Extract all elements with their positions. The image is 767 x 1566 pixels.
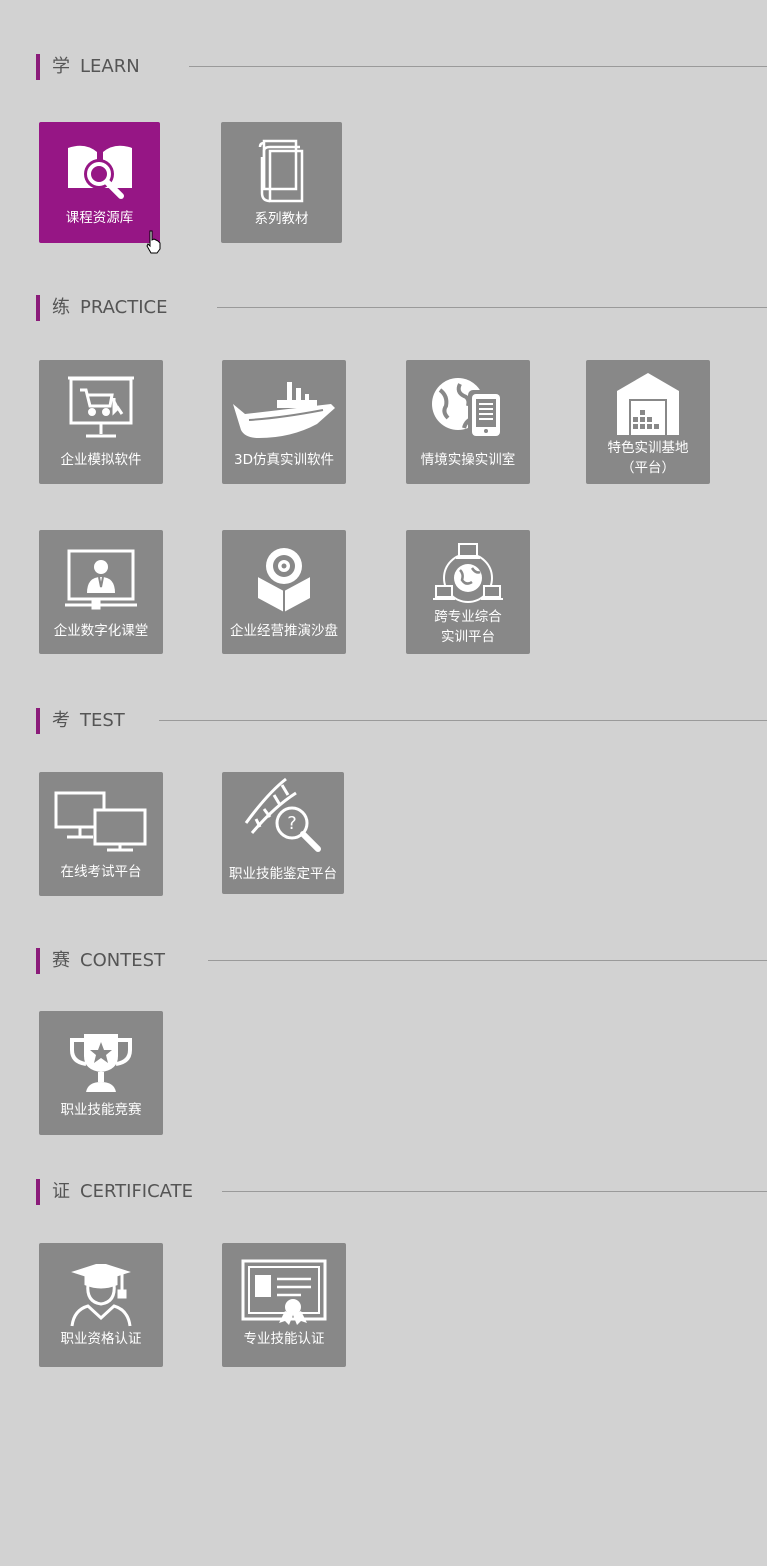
tile-cross-discipline[interactable]: 跨专业综合 实训平台 bbox=[406, 530, 530, 654]
section-header-learn: 学 LEARN bbox=[36, 54, 767, 80]
tile-label: 企业经营推演沙盘 bbox=[230, 623, 338, 639]
monitors-icon bbox=[39, 782, 163, 860]
tile-feature-base[interactable]: 特色实训基地 （平台） bbox=[586, 360, 710, 484]
dna-search-icon: ? bbox=[222, 776, 344, 854]
book-search-icon bbox=[39, 132, 160, 210]
section-accent-bar bbox=[36, 948, 40, 974]
tile-textbooks[interactable]: 系列教材 bbox=[221, 122, 342, 243]
globe-tablet-icon bbox=[406, 370, 530, 448]
tile-skill-contest[interactable]: 职业技能竞赛 bbox=[39, 1011, 163, 1135]
section-divider bbox=[222, 1191, 767, 1192]
section-divider bbox=[159, 720, 767, 721]
tile-label: 3D仿真实训软件 bbox=[234, 452, 334, 468]
tile-3d-sim[interactable]: 3D仿真实训软件 bbox=[222, 360, 346, 484]
tile-sandbox[interactable]: 企业经营推演沙盘 bbox=[222, 530, 346, 654]
section-title-practice: 练 PRACTICE bbox=[52, 297, 168, 318]
section-title-test: 考 TEST bbox=[52, 710, 125, 731]
tile-label: 在线考试平台 bbox=[60, 864, 142, 880]
tile-enterprise-sim[interactable]: 企业模拟软件 bbox=[39, 360, 163, 484]
section-accent-bar bbox=[36, 708, 40, 734]
svg-text:?: ? bbox=[287, 813, 297, 834]
graduate-icon bbox=[39, 1257, 163, 1335]
section-title-contest: 赛 CONTEST bbox=[52, 950, 165, 971]
globe-network-icon bbox=[406, 536, 530, 614]
tile-label: 情境实操实训室 bbox=[420, 452, 516, 468]
tile-label: 特色实训基地 （平台） bbox=[607, 440, 689, 476]
section-header-contest: 赛 CONTEST bbox=[36, 948, 767, 974]
tile-online-exam[interactable]: 在线考试平台 bbox=[39, 772, 163, 896]
tile-label: 企业数字化课堂 bbox=[53, 623, 149, 639]
warehouse-icon bbox=[586, 364, 710, 442]
section-accent-bar bbox=[36, 295, 40, 321]
tile-label: 企业模拟软件 bbox=[60, 452, 142, 468]
ship-icon bbox=[222, 370, 346, 448]
section-title-learn: 学 LEARN bbox=[52, 56, 140, 77]
section-header-practice: 练 PRACTICE bbox=[36, 295, 767, 321]
section-divider bbox=[208, 960, 767, 961]
section-header-certificate: 证 CERTIFICATE bbox=[36, 1179, 767, 1205]
teacher-screen-icon bbox=[39, 540, 163, 618]
section-divider bbox=[189, 66, 767, 67]
tile-label: 系列教材 bbox=[254, 211, 309, 227]
tile-label: 课程资源库 bbox=[65, 210, 134, 226]
tile-label: 职业资格认证 bbox=[60, 1331, 142, 1347]
tile-label: 跨专业综合 实训平台 bbox=[434, 609, 502, 645]
tile-scenario-lab[interactable]: 情境实操实训室 bbox=[406, 360, 530, 484]
section-accent-bar bbox=[36, 1179, 40, 1205]
tile-label: 职业技能鉴定平台 bbox=[229, 866, 337, 882]
tile-skill-appraisal[interactable]: ? 职业技能鉴定平台 bbox=[222, 772, 344, 894]
tile-course-library[interactable]: 课程资源库 bbox=[39, 122, 160, 243]
section-header-test: 考 TEST bbox=[36, 708, 767, 734]
section-accent-bar bbox=[36, 54, 40, 80]
books-icon bbox=[221, 132, 342, 210]
trophy-icon bbox=[39, 1023, 163, 1101]
tile-label: 职业技能竞赛 bbox=[60, 1102, 142, 1118]
hand-cursor-icon bbox=[146, 230, 161, 254]
certificate-icon bbox=[222, 1253, 346, 1331]
tile-qualification[interactable]: 职业资格认证 bbox=[39, 1243, 163, 1367]
shopping-cart-screen-icon bbox=[39, 370, 163, 448]
tile-digital-classroom[interactable]: 企业数字化课堂 bbox=[39, 530, 163, 654]
tile-label: 专业技能认证 bbox=[243, 1331, 325, 1347]
disc-box-icon bbox=[222, 540, 346, 618]
section-title-certificate: 证 CERTIFICATE bbox=[52, 1181, 193, 1202]
tile-pro-skill-cert[interactable]: 专业技能认证 bbox=[222, 1243, 346, 1367]
section-divider bbox=[217, 307, 767, 308]
